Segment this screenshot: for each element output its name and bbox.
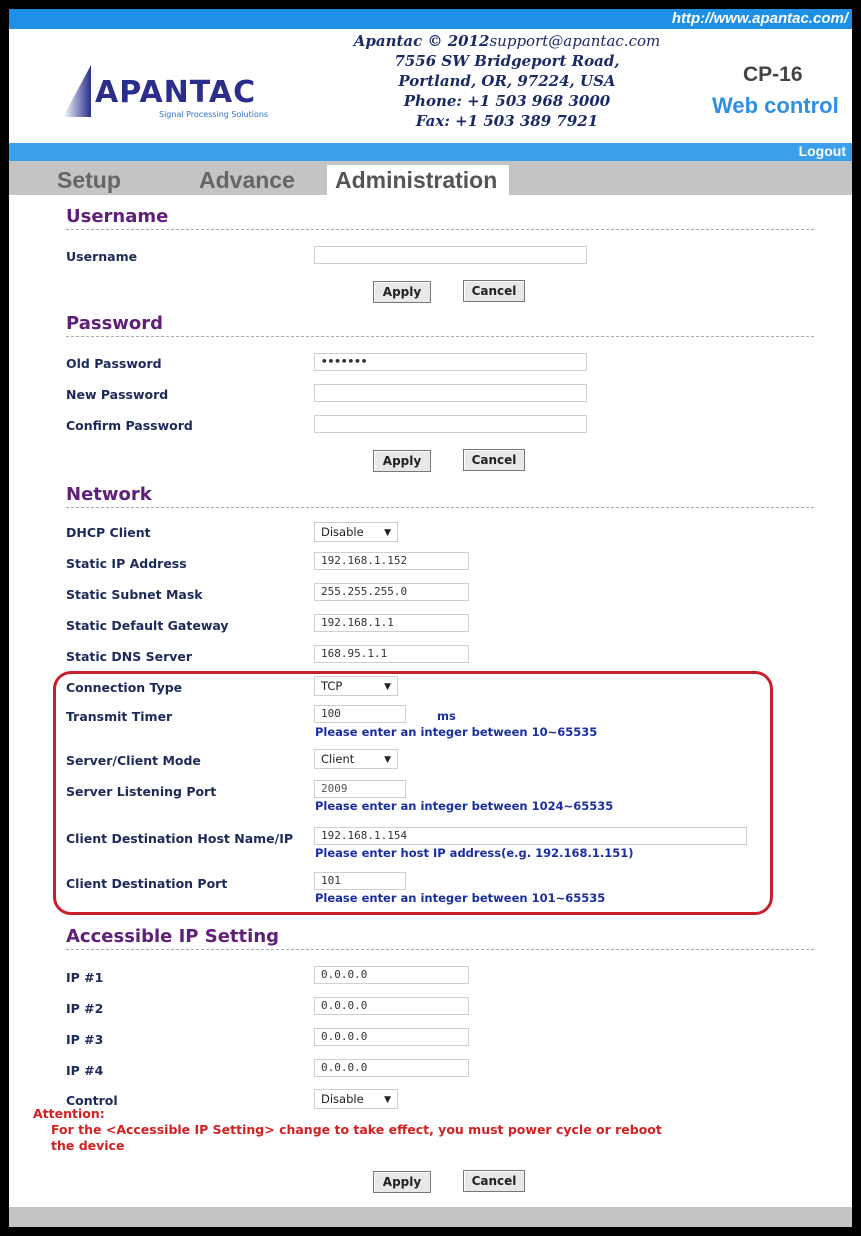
server-client-mode-value: Client — [321, 752, 355, 766]
username-cancel-button[interactable]: Cancel — [463, 280, 525, 302]
attention-message-line-2: the device — [51, 1138, 125, 1153]
logout-link[interactable]: Logout — [799, 143, 846, 159]
new-password-label: New Password — [66, 387, 169, 402]
server-client-mode-select[interactable]: Client ▼ — [314, 749, 398, 769]
connection-type-select[interactable]: TCP ▼ — [314, 676, 398, 696]
address-line-1: 7556 SW Bridgeport Road, — [394, 52, 620, 70]
transmit-timer-unit: ms — [437, 709, 456, 723]
accessible-ip-section-title: Accessible IP Setting — [66, 926, 280, 947]
control-value: Disable — [321, 1092, 364, 1106]
section-divider — [66, 336, 814, 337]
subnet-mask-label: Static Subnet Mask — [66, 587, 203, 602]
old-password-label: Old Password — [66, 356, 162, 371]
password-section-title: Password — [66, 313, 164, 334]
dns-server-label: Static DNS Server — [66, 649, 193, 664]
section-divider — [66, 229, 814, 230]
tab-bar: Setup Advance Administration — [9, 161, 852, 195]
ip3-label: IP #3 — [66, 1032, 104, 1047]
logo-wordmark: APANTAC — [95, 75, 256, 110]
chevron-down-icon: ▼ — [384, 528, 391, 538]
transmit-timer-hint: Please enter an integer between 10~65535 — [315, 725, 598, 739]
logout-bar: Logout — [9, 143, 852, 161]
client-port-input[interactable]: 101 — [314, 872, 406, 890]
ip2-label: IP #2 — [66, 1001, 104, 1016]
web-control-title: Web control — [712, 93, 839, 118]
attention-message-line-1: For the <Accessible IP Setting> change t… — [51, 1122, 662, 1137]
password-apply-button[interactable]: Apply — [373, 450, 431, 472]
company-info: Apantac © 2012support@apantac.com 7556 S… — [327, 31, 687, 131]
ip3-input[interactable]: 0.0.0.0 — [314, 1028, 469, 1046]
server-port-hint: Please enter an integer between 1024~655… — [315, 799, 614, 813]
client-host-hint: Please enter host IP address(e.g. 192.16… — [315, 846, 634, 860]
network-section-title: Network — [66, 484, 152, 505]
username-section-title: Username — [66, 206, 169, 227]
server-client-mode-label: Server/Client Mode — [66, 753, 201, 768]
tab-administration[interactable]: Administration — [327, 165, 510, 195]
dns-server-input[interactable]: 168.95.1.1 — [314, 645, 469, 663]
site-url-link[interactable]: http://www.apantac.com/ — [672, 10, 848, 27]
attention-title: Attention: — [33, 1106, 105, 1121]
control-select[interactable]: Disable ▼ — [314, 1089, 398, 1109]
client-host-input[interactable]: 192.168.1.154 — [314, 827, 747, 845]
username-apply-button[interactable]: Apply — [373, 281, 431, 303]
confirm-password-input[interactable] — [314, 415, 587, 433]
top-bar: http://www.apantac.com/ — [9, 9, 852, 29]
ip4-label: IP #4 — [66, 1063, 104, 1078]
dhcp-client-value: Disable — [321, 525, 364, 539]
ip2-input[interactable]: 0.0.0.0 — [314, 997, 469, 1015]
client-port-label: Client Destination Port — [66, 876, 228, 891]
model-name: CP-16 — [743, 63, 803, 86]
default-gateway-input[interactable]: 192.168.1.1 — [314, 614, 469, 632]
subnet-mask-input[interactable]: 255.255.255.0 — [314, 583, 469, 601]
connection-type-label: Connection Type — [66, 680, 183, 695]
password-cancel-button[interactable]: Cancel — [463, 449, 525, 471]
transmit-timer-label: Transmit Timer — [66, 709, 173, 724]
transmit-timer-input[interactable]: 100 — [314, 705, 406, 723]
phone-number: Phone: +1 503 968 3000 — [403, 92, 611, 110]
bottom-bar — [9, 1207, 852, 1227]
section-divider — [66, 507, 814, 508]
old-password-input[interactable]: ••••••• — [314, 353, 587, 371]
confirm-password-label: Confirm Password — [66, 418, 193, 433]
apantac-logo: APANTAC Signal Processing Solutions — [63, 65, 268, 119]
fax-number: Fax: +1 503 389 7921 — [415, 112, 599, 130]
username-input[interactable] — [314, 246, 587, 264]
page-frame: http://www.apantac.com/ APANTAC Signal P… — [9, 9, 852, 1227]
dhcp-client-label: DHCP Client — [66, 525, 151, 540]
section-divider — [66, 949, 814, 950]
static-ip-input[interactable]: 192.168.1.152 — [314, 552, 469, 570]
new-password-input[interactable] — [314, 384, 587, 402]
ip1-input[interactable]: 0.0.0.0 — [314, 966, 469, 984]
default-gateway-label: Static Default Gateway — [66, 618, 229, 633]
logo-tagline: Signal Processing Solutions — [159, 110, 268, 119]
ip4-input[interactable]: 0.0.0.0 — [314, 1059, 469, 1077]
tab-advance[interactable]: Advance — [199, 165, 295, 195]
dhcp-client-select[interactable]: Disable ▼ — [314, 522, 398, 542]
client-host-label: Client Destination Host Name/IP — [66, 831, 294, 846]
ip1-label: IP #1 — [66, 970, 104, 985]
chevron-down-icon: ▼ — [384, 682, 391, 692]
static-ip-label: Static IP Address — [66, 556, 187, 571]
company-copyright: Apantac © 2012 — [353, 32, 490, 50]
accessible-ip-apply-button[interactable]: Apply — [373, 1171, 431, 1193]
chevron-down-icon: ▼ — [384, 755, 391, 765]
tab-setup[interactable]: Setup — [57, 165, 121, 195]
username-label: Username — [66, 249, 138, 264]
header: APANTAC Signal Processing Solutions Apan… — [9, 29, 852, 152]
support-email[interactable]: support@apantac.com — [489, 32, 660, 50]
client-port-hint: Please enter an integer between 101~6553… — [315, 891, 606, 905]
chevron-down-icon: ▼ — [384, 1095, 391, 1105]
accessible-ip-cancel-button[interactable]: Cancel — [463, 1170, 525, 1192]
address-line-2: Portland, OR, 97224, USA — [398, 72, 616, 90]
server-port-input[interactable]: 2009 — [314, 780, 406, 798]
server-port-label: Server Listening Port — [66, 784, 217, 799]
connection-type-value: TCP — [321, 679, 343, 693]
